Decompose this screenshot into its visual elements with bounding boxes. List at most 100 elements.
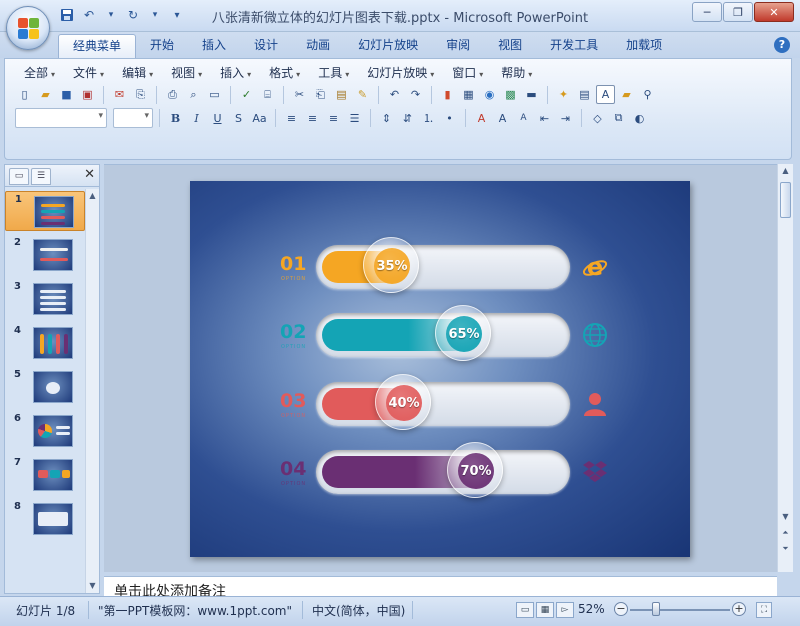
research-icon[interactable]: ⌸ [258,85,277,104]
tab-animation[interactable]: 动画 [292,34,344,58]
tab-home[interactable]: 开始 [136,34,188,58]
tab-review[interactable]: 审阅 [432,34,484,58]
notes-pane[interactable]: 单击此处添加备注 [104,576,777,596]
menu-slideshow[interactable]: 幻灯片放映 ▾ [358,64,443,82]
menu-help[interactable]: 帮助 ▾ [492,64,541,82]
paste-icon[interactable]: ▤ [332,85,351,104]
tab-addins[interactable]: 加载项 [612,34,676,58]
align-left-icon[interactable]: ≡ [282,109,301,128]
previous-slide-icon[interactable]: ⏶ [778,526,793,540]
language-indicator[interactable]: 中文(简体，中国) [312,602,405,619]
normal-view-icon[interactable]: ▭ [516,602,534,618]
change-case-icon[interactable]: Aa [250,109,269,128]
close-icon[interactable]: ✕ [84,167,95,182]
open-folder-icon[interactable]: ▰ [617,85,636,104]
cut-icon[interactable]: ✂ [290,85,309,104]
scroll-up-icon[interactable]: ▲ [778,164,793,178]
text-box-icon[interactable]: A [596,85,615,104]
tab-developer[interactable]: 开发工具 [536,34,612,58]
copy-icon[interactable]: ⎗ [311,85,330,104]
insert-table-icon[interactable]: ▦ [459,85,478,104]
progress-row-4[interactable]: 04 OPTION 70% [190,442,690,498]
color-scheme-icon[interactable]: ▬ [522,85,541,104]
align-right-icon[interactable]: ≡ [324,109,343,128]
text-direction-icon[interactable]: ⇵ [398,109,417,128]
spelling-icon[interactable]: ✓ [237,85,256,104]
tab-classic-menu[interactable]: 经典菜单 [58,34,137,58]
insert-chart-icon[interactable]: ▮ [438,85,457,104]
tab-insert[interactable]: 插入 [188,34,240,58]
line-spacing-icon[interactable]: ⇕ [377,109,396,128]
menu-file[interactable]: 文件 ▾ [64,64,113,82]
scroll-down-icon[interactable]: ▼ [86,579,99,593]
email-icon[interactable]: ✉ [110,85,129,104]
slideshow-view-icon[interactable]: ▻ [556,602,574,618]
menu-all[interactable]: 全部 ▾ [15,64,64,82]
increase-font-icon[interactable]: A [493,109,512,128]
format-painter-icon[interactable]: ✎ [353,85,372,104]
bold-icon[interactable]: B [166,109,185,128]
slide-thumbnail-4[interactable]: 4 [5,323,85,363]
tab-design[interactable]: 设计 [240,34,292,58]
progress-row-3[interactable]: 03 OPTION 40% [190,374,690,430]
bullets-icon[interactable]: • [440,109,459,128]
thumbnail-scrollbar[interactable]: ▲ ▼ [85,189,99,593]
zoom-in-icon[interactable]: + [732,602,746,616]
zoom-slider-track[interactable] [630,609,730,611]
close-button[interactable]: ✕ [754,2,794,22]
restore-button[interactable]: ❐ [723,2,753,22]
underline-icon[interactable]: U [208,109,227,128]
undo-icon[interactable]: ↶ [385,85,404,104]
scroll-down-icon[interactable]: ▼ [778,510,793,524]
shapes-icon[interactable]: ◇ [588,109,607,128]
office-button[interactable] [6,6,50,50]
progress-row-2[interactable]: 02 OPTION 65% [190,305,690,361]
help-icon[interactable]: ? [774,37,790,53]
slide-canvas[interactable]: 01 OPTION 35% e 02 OPTION 65% 03 OPTION … [190,181,690,557]
next-slide-icon[interactable]: ⏷ [778,542,793,556]
outline-tab-icon[interactable]: ☰ [31,168,51,185]
save-icon[interactable]: ■ [57,85,76,104]
slide-thumbnail-1[interactable]: 1 [5,191,85,231]
slide-thumbnail-6[interactable]: 6 [5,411,85,451]
tab-slideshow[interactable]: 幻灯片放映 [344,34,432,58]
progress-row-1[interactable]: 01 OPTION 35% e [190,237,690,293]
decrease-indent-icon[interactable]: ⇤ [535,109,554,128]
page-setup-icon[interactable]: ▭ [205,85,224,104]
insert-picture-icon[interactable]: ▩ [501,85,520,104]
minimize-button[interactable]: ─ [692,2,722,22]
open-folder-icon[interactable]: ▰ [36,85,55,104]
redo-icon[interactable]: ↷ [406,85,425,104]
menu-edit[interactable]: 编辑 ▾ [113,64,162,82]
zoom-slider-knob[interactable] [652,602,660,616]
justify-icon[interactable]: ☰ [345,109,364,128]
slide-thumbnail-2[interactable]: 2 [5,235,85,275]
decrease-font-icon[interactable]: A [514,109,533,128]
slide-thumbnail-5[interactable]: 5 [5,367,85,407]
menu-insert[interactable]: 插入 ▾ [211,64,260,82]
new-document-icon[interactable]: ▯ [15,85,34,104]
print-icon[interactable]: ⎙ [163,85,182,104]
tab-view[interactable]: 视图 [484,34,536,58]
menu-format[interactable]: 格式 ▾ [260,64,309,82]
scroll-up-icon[interactable]: ▲ [86,189,99,203]
font-color-icon[interactable]: A [472,109,491,128]
slides-tab-icon[interactable]: ▭ [9,168,29,185]
font-name-combo[interactable] [15,108,107,128]
menu-view[interactable]: 视图 ▾ [162,64,211,82]
slide-thumbnail-8[interactable]: 8 [5,499,85,539]
slide-layout-icon[interactable]: ▤ [575,85,594,104]
font-size-combo[interactable] [113,108,153,128]
numbering-icon[interactable]: ⒈ [419,109,438,128]
hyperlink-icon[interactable]: ◉ [480,85,499,104]
slide-thumbnail-3[interactable]: 3 [5,279,85,319]
theme-name[interactable]: "第一PPT模板网：www.1ppt.com" [98,602,292,619]
arrange-icon[interactable]: ⧉ [609,109,628,128]
print-preview-icon[interactable]: ⌕ [184,85,203,104]
menu-window[interactable]: 窗口 ▾ [443,64,492,82]
zoom-out-icon[interactable]: − [614,602,628,616]
new-slide-icon[interactable]: ✦ [554,85,573,104]
shadow-icon[interactable]: S [229,109,248,128]
search-icon[interactable]: ⚲ [638,85,657,104]
permission-icon[interactable]: ▣ [78,85,97,104]
